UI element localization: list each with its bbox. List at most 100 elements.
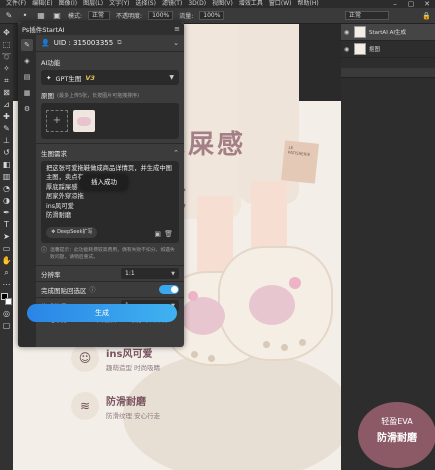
flow-field[interactable]: 100% — [199, 11, 225, 20]
reference-hint: (最多上传5张，长按图片可拖拽排序) — [57, 92, 140, 99]
menu-filter[interactable]: 滤镜(T) — [162, 0, 182, 8]
prompt-textarea[interactable]: 把这张可爱拖鞋做成商品详情页，并生成中图 主图，卖点有： 厚底踩屎感 居家外穿凉… — [41, 161, 179, 243]
brush-tool-icon[interactable]: ✎ — [4, 11, 14, 21]
slipper-face-left — [181, 297, 225, 335]
type-tool-icon[interactable]: T — [1, 219, 12, 230]
copy-icon[interactable]: ⧉ — [117, 39, 121, 47]
background-color[interactable] — [5, 298, 12, 305]
zoom-tool-icon[interactable]: ⌕ — [1, 267, 12, 278]
frame-tool-icon[interactable]: ⊠ — [1, 87, 12, 98]
brush-icon[interactable]: ✎ — [1, 123, 12, 134]
eye-icon[interactable]: ◉ — [344, 29, 351, 36]
model-select[interactable]: ✦ GPT生图 V3 ▼ — [41, 70, 179, 85]
quick-mask-icon[interactable]: ◎ — [1, 308, 12, 319]
reference-label: 原图 — [41, 92, 54, 100]
layer-row[interactable]: ◉ 抠图 — [341, 41, 435, 58]
eraser-icon[interactable]: ◧ — [1, 159, 12, 170]
badge-line-1: 轻盈EVA — [381, 417, 413, 426]
toggle-panel-icon[interactable]: ▣ — [52, 11, 62, 21]
menu-image[interactable]: 图像(I) — [59, 0, 77, 8]
brush-preset-icon[interactable]: • — [20, 11, 30, 21]
lock-icon[interactable]: 🔒 — [422, 12, 431, 20]
menu-window[interactable]: 窗口(W) — [269, 0, 292, 8]
quick-select-icon[interactable]: ✧ — [1, 63, 12, 74]
screen-mode-icon[interactable]: ▢ — [1, 320, 12, 331]
help-icon[interactable]: ⓘ — [90, 285, 96, 294]
layer-row[interactable]: ◉ StartAI AI生成 — [341, 24, 435, 41]
opacity-field[interactable]: 100% — [148, 11, 174, 20]
prompt-line: ins风可爱 — [46, 202, 74, 210]
healing-brush-icon[interactable]: ✚ — [1, 111, 12, 122]
menu-plugins[interactable]: 增效工具 — [239, 0, 263, 8]
plugin-titlebar[interactable]: Ps插件StartAI ≡ — [18, 22, 184, 35]
generate-button[interactable]: 生成 — [27, 304, 177, 322]
menu-type[interactable]: 文字(Y) — [109, 0, 129, 8]
wave-icon: ≋ — [71, 392, 99, 420]
eye-icon[interactable]: ◉ — [344, 46, 351, 53]
ai-model-icon: ✦ — [46, 73, 52, 82]
feature-sub: 防滑纹理 安心行走 — [106, 411, 161, 420]
ratio-select[interactable]: 1:1 ▼ — [121, 268, 179, 279]
divider — [36, 143, 184, 144]
menu-layer[interactable]: 图层(L) — [83, 0, 103, 8]
layers-icon[interactable]: ◈ — [21, 55, 33, 67]
maximize-icon[interactable]: ▢ — [403, 0, 419, 8]
chevron-down-icon[interactable]: ⌄ — [173, 39, 179, 47]
brush-settings-icon[interactable]: ▦ — [36, 11, 46, 21]
menu-3d[interactable]: 3D(D) — [188, 0, 206, 8]
plugin-main: 👤 UID : 315003355 ⧉ ⌄ AI功能 ✦ GPT生图 V3 ▼ … — [36, 35, 184, 347]
slipper-hole — [281, 344, 288, 351]
minimize-icon[interactable]: – — [387, 0, 403, 8]
lasso-tool-icon[interactable]: ➰ — [1, 51, 12, 62]
reference-thumbnail[interactable] — [73, 110, 95, 132]
add-image-button[interactable]: + — [46, 110, 68, 132]
wall-sign: LE PATISSERIE — [281, 140, 319, 184]
color-swatches[interactable] — [1, 293, 12, 307]
tip-text: 温馨提示：此功能耗费较高费用，偶有失败不扣分，如遇失败问题，请稍后重试。 — [50, 248, 175, 260]
crop-tool-icon[interactable]: ⌗ — [1, 75, 12, 86]
layers-panel: 正常 🔒 ◉ StartAI AI生成 ◉ 抠图 — [341, 8, 435, 470]
user-icon: 👤 — [41, 39, 50, 47]
chevron-up-icon[interactable]: ⌃ — [173, 149, 179, 157]
startai-plugin-panel: Ps插件StartAI ≡ ✎ ◈ ▤ ▦ ⚙ 👤 UID : 31500335… — [18, 22, 184, 347]
image-icon[interactable]: ▤ — [21, 71, 33, 83]
eyedropper-icon[interactable]: ⊿ — [1, 99, 12, 110]
menu-select[interactable]: 选择(S) — [135, 0, 156, 8]
settings-icon[interactable]: ⚙ — [21, 103, 33, 115]
blur-icon[interactable]: ◔ — [1, 183, 12, 194]
layer-name: 抠图 — [369, 47, 381, 53]
menu-view[interactable]: 视图(V) — [212, 0, 233, 8]
template-icon[interactable]: ▣ — [154, 230, 161, 238]
gradient-icon[interactable]: ▥ — [1, 171, 12, 182]
path-select-icon[interactable]: ➤ — [1, 231, 12, 242]
stamp-icon[interactable]: ⊥ — [1, 135, 12, 146]
more-tools-icon[interactable]: ⋯ — [1, 279, 12, 290]
ratio-row: 分辨率 1:1 ▼ — [36, 265, 184, 281]
layers-panel-header: 正常 🔒 — [341, 8, 435, 24]
plugin-body: ✎ ◈ ▤ ▦ ⚙ 👤 UID : 315003355 ⧉ ⌄ AI功能 ✦ G… — [18, 35, 184, 347]
trash-icon[interactable]: 🗑 — [164, 230, 173, 238]
hand-tool-icon[interactable]: ✋ — [1, 255, 12, 266]
paste-back-toggle[interactable] — [159, 285, 179, 294]
model-badge: V3 — [85, 73, 95, 82]
dodge-icon[interactable]: ◑ — [1, 195, 12, 206]
layers-footer — [341, 68, 435, 78]
move-tool-icon[interactable]: ✥ — [1, 27, 12, 38]
menu-help[interactable]: 帮助(H) — [298, 0, 319, 8]
mode-select[interactable]: 正常 — [88, 11, 111, 20]
menu-edit[interactable]: 编辑(E) — [32, 0, 52, 8]
blend-mode-select[interactable]: 正常 — [345, 11, 389, 20]
history-brush-icon[interactable]: ↺ — [1, 147, 12, 158]
clipboard-icon[interactable]: ▦ — [21, 87, 33, 99]
close-icon[interactable]: ✕ — [419, 0, 435, 8]
pen-icon[interactable]: ✎ — [21, 39, 33, 51]
deepseek-expand-button[interactable]: ❖ DeepSeek扩写 — [46, 227, 98, 238]
close-icon[interactable]: ≡ — [174, 25, 180, 33]
prompt-label: 生图需求 — [41, 150, 67, 158]
pen-tool-icon[interactable]: ✒ — [1, 207, 12, 218]
menu-file[interactable]: 文件(F) — [6, 0, 26, 8]
cute-icon: ☺ — [71, 344, 99, 372]
marquee-tool-icon[interactable]: ⬚ — [1, 39, 12, 50]
shape-tool-icon[interactable]: ▭ — [1, 243, 12, 254]
layer-thumbnail — [354, 43, 366, 55]
